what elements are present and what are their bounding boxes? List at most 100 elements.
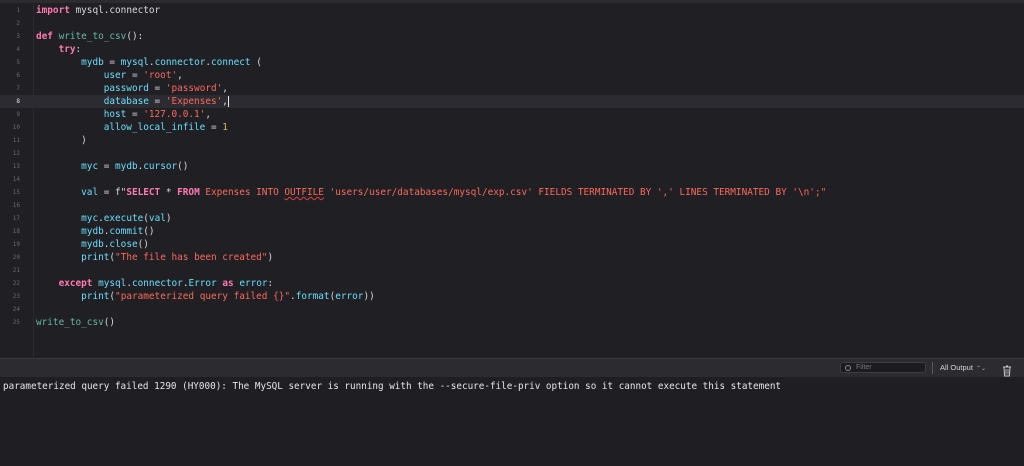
code-line[interactable]: 11 ) bbox=[0, 134, 1024, 147]
code-line[interactable]: 4 try: bbox=[0, 43, 1024, 56]
code-line[interactable]: 2 bbox=[0, 17, 1024, 30]
code-token: '127.0.0.1' bbox=[143, 109, 206, 120]
code-text[interactable]: mydb.close() bbox=[36, 238, 149, 251]
console-output-text: parameterized query failed 1290 (HY000):… bbox=[3, 381, 782, 392]
code-line[interactable]: 19 mydb.close() bbox=[0, 238, 1024, 251]
code-line[interactable]: 25 write_to_csv() bbox=[0, 316, 1024, 329]
code-text[interactable]: except mysql.connector.Error as error: bbox=[36, 277, 274, 290]
code-token: print bbox=[81, 252, 110, 263]
code-text[interactable]: myc = mydb.cursor() bbox=[36, 160, 188, 173]
code-line[interactable]: 18 mydb.commit() bbox=[0, 225, 1024, 238]
code-line[interactable]: 5 mydb = mysql.connector.connect ( bbox=[0, 56, 1024, 69]
line-number: 12 bbox=[12, 150, 20, 157]
code-token: password bbox=[103, 83, 149, 94]
filter-field[interactable]: Filter bbox=[840, 362, 926, 373]
code-text[interactable]: database = 'Expenses', bbox=[36, 95, 229, 108]
code-token: Expenses INTO bbox=[199, 187, 285, 198]
code-line[interactable]: 14 bbox=[0, 173, 1024, 186]
code-line[interactable]: 8 database = 'Expenses', bbox=[0, 95, 1024, 108]
code-text[interactable]: password = 'password', bbox=[36, 82, 228, 95]
code-line[interactable]: 12 bbox=[0, 147, 1024, 160]
line-number: 21 bbox=[12, 267, 20, 274]
code-token: user bbox=[103, 70, 127, 81]
code-token: 'root' bbox=[143, 70, 178, 81]
line-number: 23 bbox=[12, 293, 20, 300]
code-line[interactable]: 16 bbox=[0, 199, 1024, 212]
code-token: write_to_csv bbox=[58, 31, 127, 42]
code-line[interactable]: 10 allow_local_infile = 1 bbox=[0, 121, 1024, 134]
code-token: mydb bbox=[81, 226, 104, 237]
code-text[interactable]: def write_to_csv(): bbox=[36, 30, 143, 43]
code-line[interactable]: 23 print("parameterized query failed {}"… bbox=[0, 290, 1024, 303]
code-line[interactable]: 21 bbox=[0, 264, 1024, 277]
code-editor[interactable]: 1 import mysql.connector 2 3 def write_to_cs… bbox=[0, 3, 1024, 358]
code-token: val bbox=[81, 187, 99, 198]
code-line[interactable]: 24 bbox=[0, 303, 1024, 316]
code-text[interactable]: try: bbox=[36, 43, 82, 56]
code-text[interactable]: val = f"SELECT * FROM Expenses INTO OUTF… bbox=[36, 186, 826, 199]
code-text[interactable]: write_to_csv() bbox=[36, 316, 115, 329]
code-token: , bbox=[205, 109, 211, 120]
code-token: import bbox=[36, 5, 70, 16]
line-number: 16 bbox=[12, 202, 20, 209]
line-number: 14 bbox=[12, 176, 20, 183]
line-number: 11 bbox=[12, 137, 20, 144]
code-token: cursor bbox=[143, 161, 178, 172]
code-line[interactable]: 17 myc.execute(val) bbox=[0, 212, 1024, 225]
code-token: OUTFILE bbox=[284, 187, 324, 198]
code-text[interactable]: myc.execute(val) bbox=[36, 212, 171, 225]
code-token: Error bbox=[188, 278, 217, 289]
line-number: 13 bbox=[12, 163, 20, 170]
code-token: () bbox=[137, 239, 149, 250]
code-line[interactable]: 13 myc = mydb.cursor() bbox=[0, 160, 1024, 173]
output-selector-label: All Output bbox=[940, 363, 973, 372]
console-output-area[interactable]: parameterized query failed 1290 (HY000):… bbox=[0, 377, 1024, 466]
code-line[interactable]: 7 password = 'password', bbox=[0, 82, 1024, 95]
code-text[interactable]: allow_local_infile = 1 bbox=[36, 121, 228, 134]
code-line[interactable]: 15 val = f"SELECT * FROM Expenses INTO O… bbox=[0, 186, 1024, 199]
filter-icon bbox=[845, 364, 851, 371]
code-text[interactable]: mydb.commit() bbox=[36, 225, 155, 238]
code-token: 'Expenses' bbox=[165, 96, 223, 107]
code-token: error bbox=[239, 278, 268, 289]
code-text[interactable]: mydb = mysql.connector.connect ( bbox=[36, 56, 262, 69]
code-token: 'users/user/databases/mysql/exp.csv' FIE… bbox=[323, 187, 827, 198]
output-selector[interactable]: All Output ⌃⌄ bbox=[940, 362, 986, 374]
code-line[interactable]: 20 print("The file has been created") bbox=[0, 251, 1024, 264]
code-token: "The file has been created" bbox=[115, 252, 268, 263]
code-text[interactable]: import mysql.connector bbox=[36, 4, 160, 17]
code-line[interactable]: 9 host = '127.0.0.1', bbox=[0, 108, 1024, 121]
code-text[interactable]: print("parameterized query failed {}".fo… bbox=[36, 290, 375, 303]
code-line[interactable]: 22 except mysql.connector.Error as error… bbox=[0, 277, 1024, 290]
code-token: = bbox=[126, 109, 144, 120]
code-token: ) bbox=[267, 252, 274, 263]
code-line[interactable]: 1 import mysql.connector bbox=[0, 4, 1024, 17]
code-line[interactable]: 3 def write_to_csv(): bbox=[0, 30, 1024, 43]
code-token: = bbox=[148, 96, 166, 107]
code-token: SELECT bbox=[126, 187, 161, 198]
code-token: , bbox=[177, 70, 183, 81]
code-text[interactable]: user = 'root', bbox=[36, 69, 183, 82]
code-token: mydb bbox=[81, 57, 104, 68]
trash-icon[interactable] bbox=[1002, 362, 1012, 377]
code-text[interactable]: print("The file has been created") bbox=[36, 251, 273, 264]
code-line[interactable]: 6 user = 'root', bbox=[0, 69, 1024, 82]
code-token: 'password' bbox=[165, 83, 223, 94]
code-token: def bbox=[36, 31, 53, 42]
code-token: = bbox=[98, 187, 116, 198]
line-number: 20 bbox=[12, 254, 20, 261]
code-text[interactable]: host = '127.0.0.1', bbox=[36, 108, 211, 121]
code-token: mydb bbox=[81, 239, 104, 250]
code-token: () bbox=[143, 226, 155, 237]
code-token: as bbox=[222, 278, 234, 289]
code-text[interactable]: ) bbox=[36, 134, 87, 147]
code-token: allow_local_infile bbox=[103, 122, 206, 133]
code-token: mysql.connector bbox=[69, 5, 161, 16]
